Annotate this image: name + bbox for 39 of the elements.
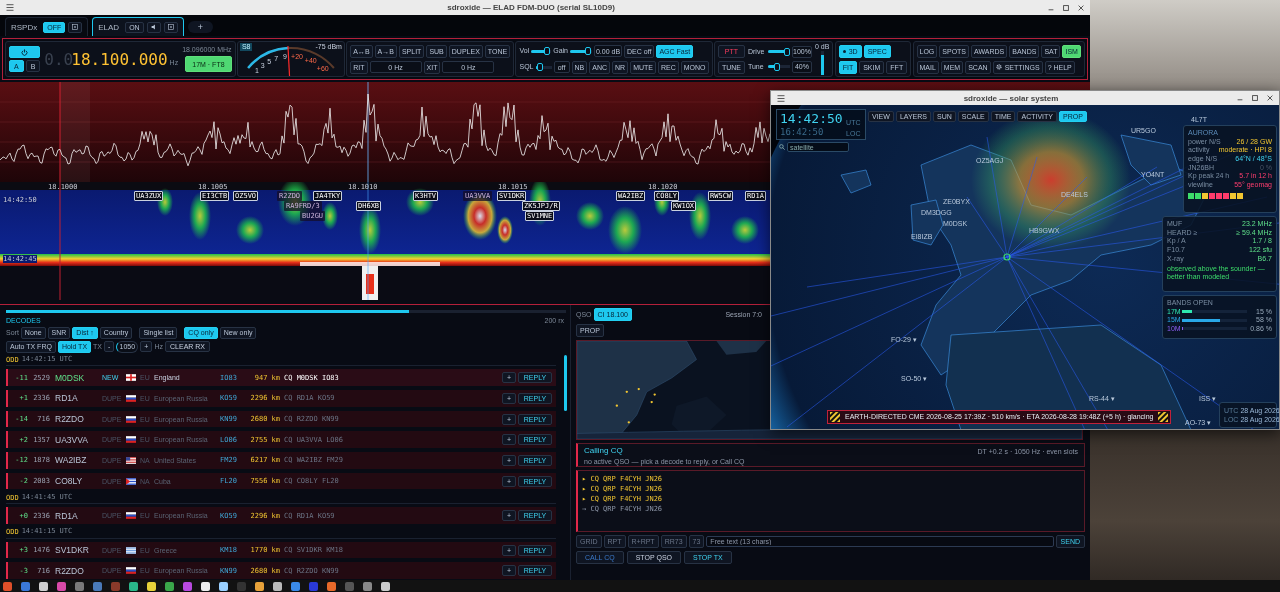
remove-button[interactable] bbox=[163, 21, 178, 33]
status-title: Calling CQ bbox=[584, 447, 623, 456]
callsign-cell-text: SV1DKR bbox=[54, 545, 90, 555]
radio-label: RSPDx bbox=[11, 22, 38, 32]
remove-button[interactable] bbox=[68, 21, 83, 33]
menu-icon bbox=[777, 94, 785, 102]
callsign-cell-text: RD1A bbox=[54, 393, 79, 404]
frequency-display: 18.100.000 bbox=[71, 49, 168, 69]
window-title: sdroxide — ELAD FDM-DUO (serial SL10D9) bbox=[446, 3, 616, 12]
window-title: sdroxide — solar system bbox=[962, 93, 1060, 103]
slider-thumb[interactable] bbox=[584, 47, 591, 55]
callsign-cell-text: WA2IBZ bbox=[54, 455, 88, 466]
callsign-cell-text: R2ZDO bbox=[54, 414, 85, 425]
local-time: 16:42:50 bbox=[780, 128, 825, 138]
scrollbar-thumb bbox=[564, 355, 567, 411]
hazard-stripes-icon bbox=[830, 412, 840, 422]
settings-icon bbox=[995, 64, 1002, 70]
hazard-stripes-icon bbox=[1158, 412, 1169, 422]
transmit-slider[interactable] bbox=[767, 47, 790, 56]
radio-label: ELAD bbox=[98, 22, 120, 32]
maximize-icon[interactable] bbox=[1063, 4, 1069, 11]
close-icon[interactable] bbox=[1267, 95, 1273, 101]
utc-time: 14:42:50 bbox=[780, 112, 844, 127]
speaker-icon bbox=[150, 24, 157, 30]
callsign-cell-text: M0DSK bbox=[54, 372, 86, 383]
callsign-cell-text: R2ZDO bbox=[54, 565, 85, 576]
search-icon bbox=[779, 144, 785, 150]
power-slider[interactable] bbox=[818, 51, 827, 76]
maximize-icon[interactable] bbox=[1252, 95, 1258, 101]
speaker-button[interactable] bbox=[146, 21, 161, 33]
callsign-cell-text: CO8LY bbox=[54, 476, 84, 487]
power-button[interactable] bbox=[9, 46, 41, 58]
transmit-slider[interactable] bbox=[767, 62, 790, 71]
menu-icon[interactable] bbox=[6, 4, 14, 11]
callsign-cell-text: RD1A bbox=[54, 510, 79, 521]
close-icon[interactable] bbox=[1078, 4, 1084, 11]
callsign-cell-text: UA3VVA bbox=[54, 434, 89, 445]
squelch-slider[interactable] bbox=[535, 63, 552, 71]
add-radio-button[interactable]: + bbox=[187, 21, 213, 33]
